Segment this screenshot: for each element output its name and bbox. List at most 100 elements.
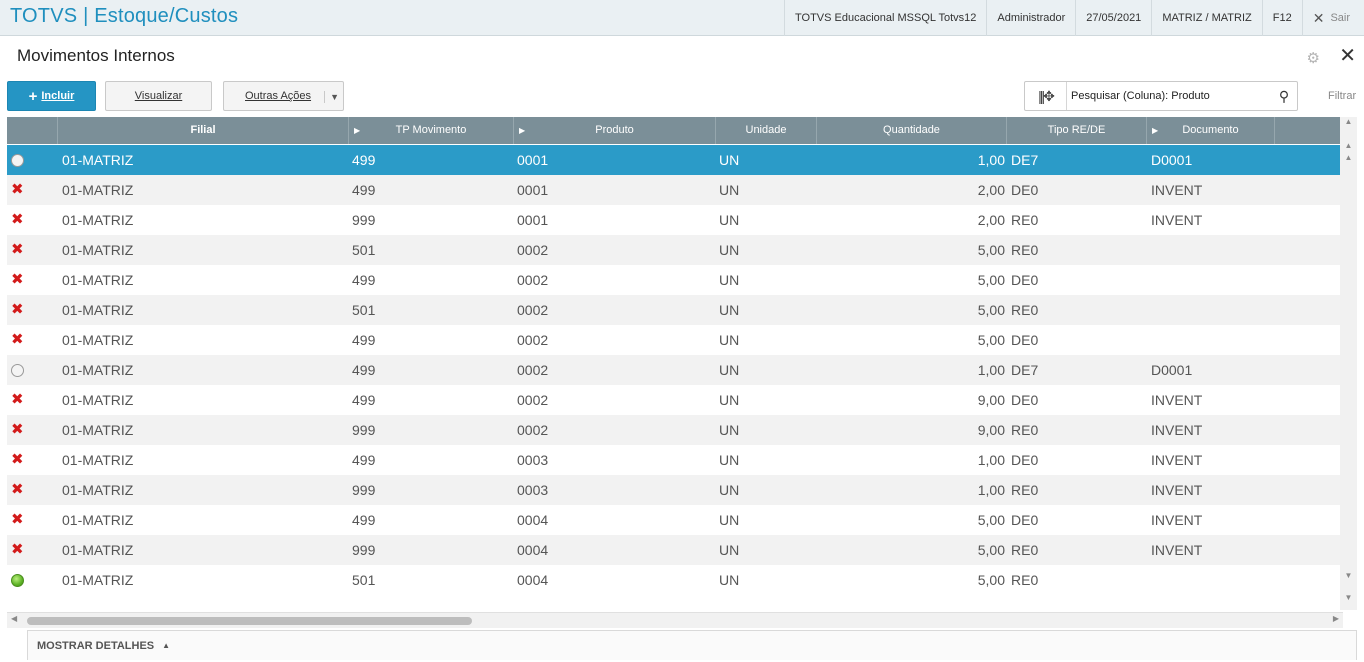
header-filial[interactable]: Filial: [58, 117, 349, 144]
horizontal-scroll-thumb[interactable]: [27, 617, 472, 625]
scroll-left-icon[interactable]: ◀: [11, 614, 17, 623]
header-produto[interactable]: ▶ Produto: [514, 117, 716, 144]
user-label[interactable]: Administrador: [986, 0, 1075, 36]
cell-doc: INVENT: [1151, 212, 1203, 228]
cell-qtd: 5,00: [977, 332, 1005, 348]
cell-tipo: RE0: [1011, 242, 1039, 258]
cell-unidade: UN: [719, 332, 740, 348]
table-row[interactable]: ✖ 01-MATRIZ 501 0002 UN 5,00 RE0: [7, 295, 1343, 325]
column-select-icon[interactable]: |||✥: [1025, 82, 1067, 110]
error-x-icon: ✖: [11, 241, 24, 258]
table-row[interactable]: ✖ 01-MATRIZ 999 0001 UN 2,00 RE0 INVENT: [7, 205, 1343, 235]
error-x-icon: ✖: [11, 451, 24, 468]
green-status-icon: [11, 574, 24, 587]
cell-tipo: RE0: [1011, 422, 1039, 438]
table-row[interactable]: ✖ 01-MATRIZ 999 0004 UN 5,00 RE0 INVENT: [7, 535, 1343, 565]
error-x-icon: ✖: [11, 211, 24, 228]
cell-filial: 01-MATRIZ: [62, 212, 134, 228]
scroll-up-icon-2[interactable]: ▲: [1340, 153, 1357, 167]
cell-produto: 0002: [517, 302, 549, 318]
cell-doc: INVENT: [1151, 182, 1203, 198]
table-row[interactable]: ✖ 01-MATRIZ 999 0002 UN 9,00 RE0 INVENT: [7, 415, 1343, 445]
cell-qtd: 1,00: [977, 482, 1005, 498]
cell-filial: 01-MATRIZ: [62, 482, 134, 498]
header-unidade[interactable]: Unidade: [716, 117, 817, 144]
cell-tp: 999: [352, 542, 376, 558]
horizontal-scrollbar[interactable]: ◀ ▶: [7, 612, 1343, 628]
cell-produto: 0004: [517, 542, 549, 558]
cell-doc: D0001: [1151, 362, 1193, 378]
white-status-icon: [11, 154, 24, 167]
cell-unidade: UN: [719, 272, 740, 288]
table-row[interactable]: 01-MATRIZ 501 0004 UN 5,00 RE0: [7, 565, 1343, 595]
scroll-right-icon[interactable]: ▶: [1333, 614, 1339, 623]
cell-tp: 499: [352, 512, 376, 528]
close-window-icon[interactable]: ✕: [1339, 43, 1356, 68]
show-details-button[interactable]: MOSTRAR DETALHES ▲: [27, 630, 1357, 660]
cell-tipo: RE0: [1011, 542, 1039, 558]
header-quantidade[interactable]: Quantidade: [817, 117, 1007, 144]
date-label[interactable]: 27/05/2021: [1075, 0, 1151, 36]
shortcut-label[interactable]: F12: [1261, 0, 1302, 36]
cell-tipo: DE7: [1011, 152, 1039, 168]
cell-qtd: 5,00: [977, 512, 1005, 528]
cell-produto: 0002: [517, 272, 549, 288]
cell-qtd: 1,00: [977, 362, 1005, 378]
table-row[interactable]: ✖ 01-MATRIZ 499 0002 UN 5,00 DE0: [7, 265, 1343, 295]
table-row[interactable]: 01-MATRIZ 499 0002 UN 1,00 DE7 D0001: [7, 355, 1343, 385]
branch-label[interactable]: MATRIZ / MATRIZ: [1151, 0, 1261, 36]
cell-tipo: DE7: [1011, 362, 1039, 378]
cell-doc: INVENT: [1151, 512, 1203, 528]
search-input[interactable]: Pesquisar (Coluna): Produto: [1067, 90, 1271, 102]
cell-filial: 01-MATRIZ: [62, 512, 134, 528]
cell-filial: 01-MATRIZ: [62, 542, 134, 558]
table-row[interactable]: ✖ 01-MATRIZ 499 0002 UN 9,00 DE0 INVENT: [7, 385, 1343, 415]
cell-tipo: DE0: [1011, 182, 1039, 198]
cell-produto: 0001: [517, 182, 549, 198]
exit-button[interactable]: ✕ Sair: [1301, 0, 1364, 36]
table-row[interactable]: ✖ 01-MATRIZ 501 0002 UN 5,00 RE0: [7, 235, 1343, 265]
caret-down-icon: ▼: [324, 91, 339, 103]
table-row[interactable]: ✖ 01-MATRIZ 999 0003 UN 1,00 RE0 INVENT: [7, 475, 1343, 505]
header-filler: [1275, 117, 1343, 144]
cell-tp: 501: [352, 572, 376, 588]
cell-produto: 0001: [517, 212, 549, 228]
cell-unidade: UN: [719, 152, 740, 168]
scroll-bottom-icon[interactable]: ▼: [1340, 593, 1357, 607]
scroll-top-icon[interactable]: ▲: [1340, 117, 1357, 131]
gear-icon[interactable]: ⚙: [1307, 49, 1320, 67]
search-icon[interactable]: ⚲: [1271, 88, 1297, 105]
table-row[interactable]: ✖ 01-MATRIZ 499 0001 UN 2,00 DE0 INVENT: [7, 175, 1343, 205]
incluir-button[interactable]: + Incluir: [7, 81, 96, 111]
arrow-right-icon: ▶: [354, 126, 361, 135]
header-documento[interactable]: ▶ Documento: [1147, 117, 1275, 144]
cell-qtd: 5,00: [977, 572, 1005, 588]
error-x-icon: ✖: [11, 421, 24, 438]
search-box[interactable]: |||✥ Pesquisar (Coluna): Produto ⚲: [1024, 81, 1298, 111]
table-row[interactable]: ✖ 01-MATRIZ 499 0004 UN 5,00 DE0 INVENT: [7, 505, 1343, 535]
cell-doc: D0001: [1151, 152, 1193, 168]
table-row[interactable]: ✖ 01-MATRIZ 499 0003 UN 1,00 DE0 INVENT: [7, 445, 1343, 475]
table-row[interactable]: ✖ 01-MATRIZ 499 0002 UN 5,00 DE0: [7, 325, 1343, 355]
header-tipo-re-de[interactable]: Tipo RE/DE: [1007, 117, 1147, 144]
cell-tipo: DE0: [1011, 272, 1039, 288]
outras-acoes-button[interactable]: Outras Ações ▼: [223, 81, 344, 111]
cell-tp: 501: [352, 242, 376, 258]
cell-produto: 0002: [517, 362, 549, 378]
table-row[interactable]: 01-MATRIZ 499 0001 UN 1,00 DE7 D0001: [7, 145, 1343, 175]
exit-label: Sair: [1330, 12, 1350, 24]
filtrar-link[interactable]: Filtrar: [1328, 90, 1356, 102]
error-x-icon: ✖: [11, 541, 24, 558]
cell-unidade: UN: [719, 422, 740, 438]
header-status: [7, 117, 58, 144]
cell-tipo: DE0: [1011, 332, 1039, 348]
cell-unidade: UN: [719, 452, 740, 468]
scroll-down-icon[interactable]: ▼: [1340, 571, 1357, 585]
cell-unidade: UN: [719, 572, 740, 588]
vertical-scrollbar[interactable]: ▲ ▲ ▲ ▼ ▼: [1340, 117, 1357, 610]
header-tp-movimento[interactable]: ▶ TP Movimento: [349, 117, 514, 144]
cell-doc: [1151, 295, 1275, 325]
cell-unidade: UN: [719, 302, 740, 318]
visualizar-button[interactable]: Visualizar: [105, 81, 212, 111]
cell-filial: 01-MATRIZ: [62, 362, 134, 378]
